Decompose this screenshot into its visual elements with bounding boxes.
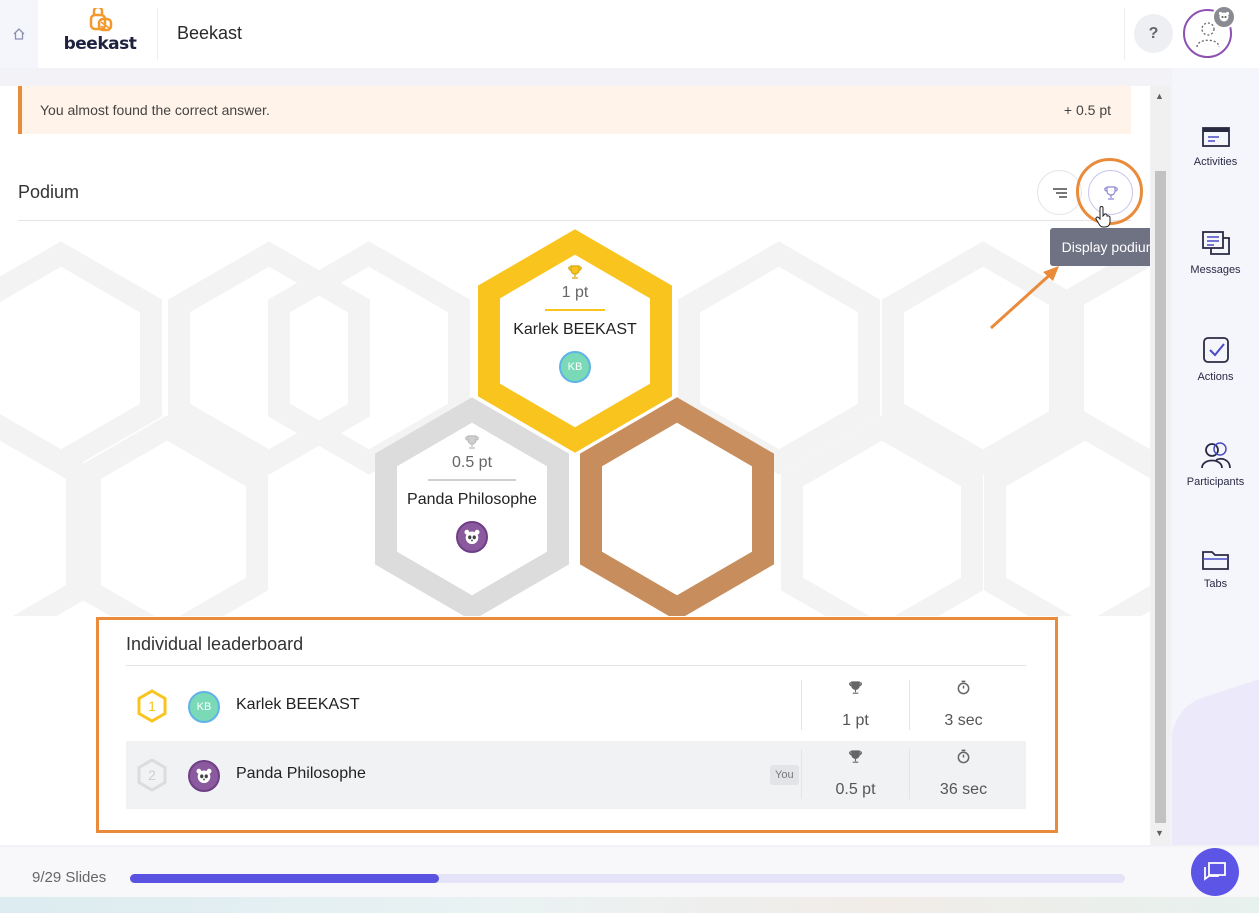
bottom-bar: 9/29 Slides — [0, 847, 1259, 897]
points-value: 1 pt — [842, 712, 869, 729]
logo-text: beekast — [63, 34, 137, 54]
avatar — [188, 760, 220, 792]
rank-number: 2 — [148, 767, 156, 783]
second-place-points: 0.5 pt — [451, 454, 493, 471]
points-column: 1 pt — [801, 680, 909, 730]
individual-leaderboard: Individual leaderboard 1 KB Karlek BEEKA… — [96, 617, 1058, 833]
you-badge: You — [770, 765, 799, 785]
time-column: 3 sec — [909, 680, 1017, 730]
stopwatch-icon — [957, 749, 970, 764]
trophy-icon — [849, 750, 862, 763]
time-column: 36 sec — [909, 749, 1017, 799]
trophy-icon — [849, 681, 862, 694]
stopwatch-icon — [957, 680, 970, 695]
messages-icon — [1201, 231, 1230, 255]
second-place: 0.5 pt Panda Philosophe — [392, 434, 552, 553]
trophy-icon — [1103, 185, 1118, 200]
tooltip: Display podium — [1050, 228, 1150, 266]
rank-number: 1 — [148, 698, 156, 714]
page-title: Beekast — [177, 23, 243, 43]
divider — [18, 220, 1131, 221]
beekast-logo[interactable]: beekast — [60, 8, 140, 58]
nav-label: Activities — [1193, 156, 1238, 168]
home-icon — [13, 28, 25, 40]
divider — [545, 309, 605, 311]
feedback-alert: You almost found the correct answer. + 0… — [18, 86, 1131, 134]
nav-label: Participants — [1186, 476, 1245, 488]
top-bar: beekast Beekast ? — [0, 0, 1259, 68]
chat-icon — [1204, 862, 1226, 881]
first-place-points: 1 pt — [561, 284, 589, 301]
points-value: 0.5 pt — [835, 781, 876, 798]
leaderboard-title: Individual leaderboard — [126, 634, 304, 654]
panda-icon — [1218, 11, 1230, 22]
nav-item-actions[interactable]: Actions — [1172, 335, 1259, 415]
progress-fill — [130, 874, 439, 883]
home-button[interactable] — [0, 0, 38, 68]
time-value: 36 sec — [939, 781, 988, 798]
scrollbar-thumb[interactable] — [1155, 171, 1166, 823]
avatar — [456, 521, 488, 553]
divider — [126, 665, 1026, 666]
avatar: KB — [188, 691, 220, 723]
help-button[interactable]: ? — [1134, 14, 1173, 53]
panda-icon — [464, 529, 480, 545]
nav-item-activities[interactable]: Activities — [1172, 126, 1259, 206]
scroll-down-arrow-icon[interactable]: ▼ — [1155, 828, 1164, 838]
third-place-hexagon — [580, 397, 774, 616]
avatar: KB — [559, 351, 591, 383]
slide-counter: 9/29 Slides — [32, 869, 107, 886]
nav-label: Actions — [1197, 371, 1234, 383]
activities-icon — [1201, 127, 1230, 147]
nav-label: Messages — [1190, 264, 1241, 276]
slide-progress-bar[interactable] — [130, 874, 1125, 883]
nav-item-messages[interactable]: Messages — [1172, 230, 1259, 310]
panda-icon — [196, 768, 212, 784]
nav-label: Tabs — [1203, 578, 1228, 590]
divider — [428, 479, 516, 481]
panda-badge — [1212, 5, 1236, 29]
header-divider — [1124, 8, 1125, 60]
actions-icon — [1202, 337, 1229, 363]
right-sidebar: Activities Messages Actions Participants… — [1172, 68, 1259, 845]
trophy-icon — [465, 435, 479, 449]
folder-icon — [1201, 551, 1229, 570]
display-list-button[interactable] — [1037, 170, 1082, 215]
bee-logo-icon — [89, 8, 113, 32]
scroll-up-arrow-icon[interactable]: ▲ — [1155, 91, 1164, 101]
table-row: 2 Panda Philosophe You 0.5 pt 36 sec — [126, 741, 1026, 809]
trophy-icon — [568, 265, 582, 279]
alert-message: You almost found the correct answer. — [40, 102, 270, 118]
first-place: 1 pt Karlek BEEKAST KB — [505, 264, 645, 383]
main-panel: You almost found the correct answer. + 0… — [0, 86, 1150, 845]
list-icon — [1052, 187, 1067, 198]
nav-item-tabs[interactable]: Tabs — [1172, 548, 1259, 628]
table-row: 1 KB Karlek BEEKAST 1 pt 3 sec — [126, 672, 1026, 740]
section-title: Podium — [18, 182, 80, 202]
nav-item-participants[interactable]: Participants — [1172, 440, 1259, 520]
scrollbar[interactable]: ▲ ▼ — [1151, 86, 1170, 845]
avatar-initials: KB — [567, 361, 583, 373]
participant-name: Karlek BEEKAST — [236, 696, 360, 713]
participants-icon — [1200, 442, 1231, 469]
participant-name: Panda Philosophe — [236, 765, 366, 782]
header-divider — [157, 8, 158, 60]
avatar-initials: KB — [196, 701, 212, 713]
annotation-arrow-icon — [989, 266, 1059, 330]
alert-points: + 0.5 pt — [1063, 102, 1111, 118]
chat-button[interactable] — [1191, 848, 1239, 896]
points-column: 0.5 pt — [801, 749, 909, 799]
second-place-name: Panda Philosophe — [407, 491, 537, 508]
first-place-name: Karlek BEEKAST — [513, 321, 637, 338]
time-value: 3 sec — [944, 712, 983, 729]
decorative-shape — [1172, 668, 1259, 845]
desktop-background — [0, 897, 1259, 913]
